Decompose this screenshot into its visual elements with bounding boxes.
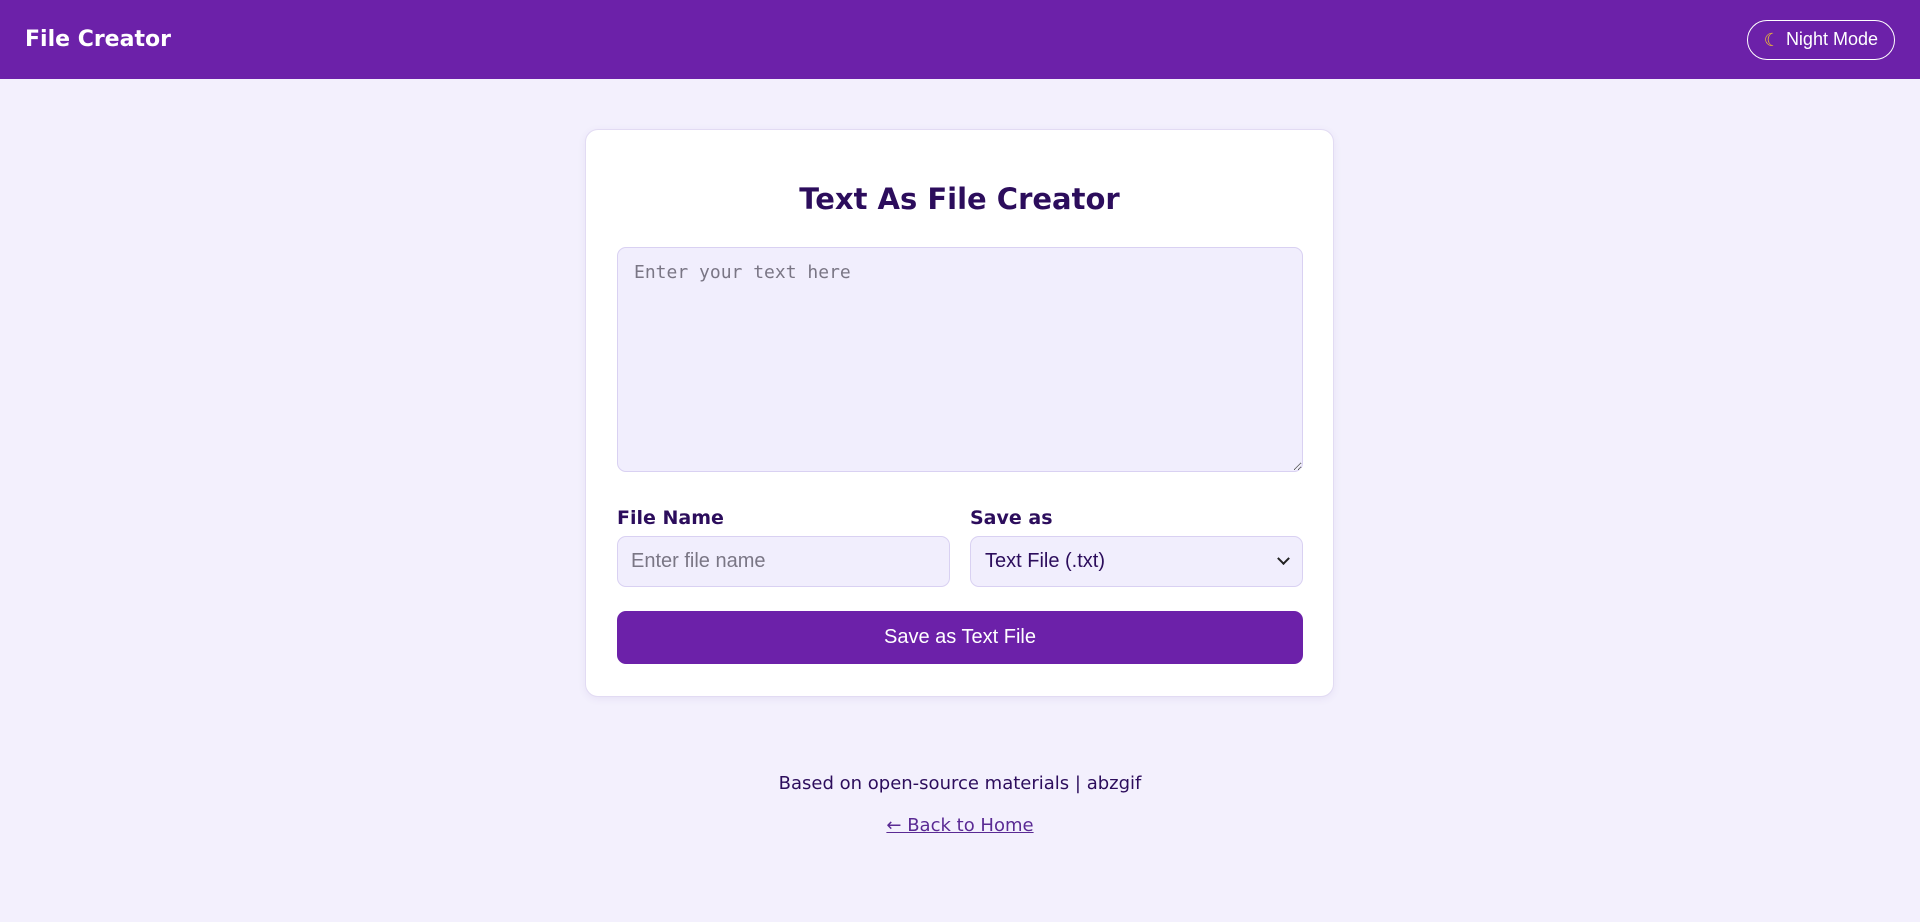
moon-icon: ☾ [1763,29,1780,50]
page-title: Text As File Creator [799,182,1120,216]
file-name-input[interactable] [617,536,950,587]
file-name-label: File Name [617,507,724,529]
footer-credit: Based on open-source materials | abzgif [778,773,1142,794]
file-creator-card: Text As File Creator File Name Save as T… [585,129,1334,697]
file-type-selected-value: Text File (.txt) [985,550,1106,572]
file-type-select[interactable]: Text File (.txt) [970,536,1303,587]
text-content-input[interactable] [617,247,1303,472]
app-brand[interactable]: File Creator [25,27,171,52]
night-mode-button[interactable]: ☾ Night Mode [1746,19,1895,60]
save-as-label: Save as [970,507,1053,529]
save-file-button[interactable]: Save as Text File [617,611,1303,664]
back-to-home-link[interactable]: ← Back to Home [886,815,1033,836]
night-mode-label: Night Mode [1785,29,1878,49]
back-home-container: ← Back to Home [0,815,1920,836]
top-navbar: File Creator ☾ Night Mode [0,0,1920,79]
chevron-down-icon [1277,552,1290,566]
